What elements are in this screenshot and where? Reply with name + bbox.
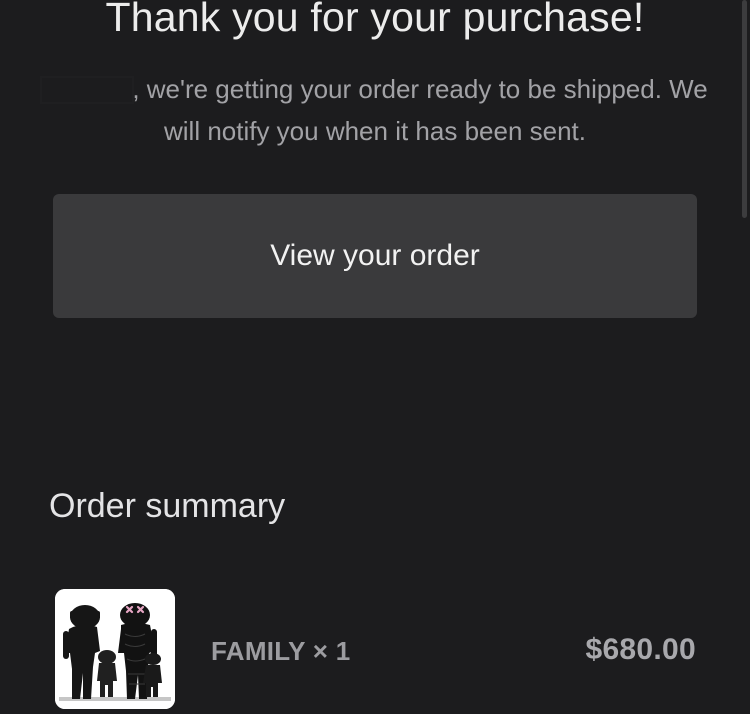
view-order-label: View your order xyxy=(270,239,480,272)
redacted-customer-name xyxy=(42,78,133,102)
view-order-button[interactable]: View your order xyxy=(53,194,697,318)
confirmation-message: , we're getting your order ready to be s… xyxy=(40,68,710,152)
product-thumbnail[interactable] xyxy=(55,589,175,709)
product-name-quantity: FAMILY × 1 xyxy=(211,636,351,666)
confirmation-message-text: , we're getting your order ready to be s… xyxy=(132,74,708,146)
page-title: Thank you for your purchase! xyxy=(105,0,645,40)
order-summary-heading: Order summary xyxy=(49,487,286,525)
order-item-row: FAMILY × 1 $680.00 xyxy=(55,589,696,714)
product-price: $680.00 xyxy=(585,633,696,666)
figure-family-icon xyxy=(55,589,175,709)
